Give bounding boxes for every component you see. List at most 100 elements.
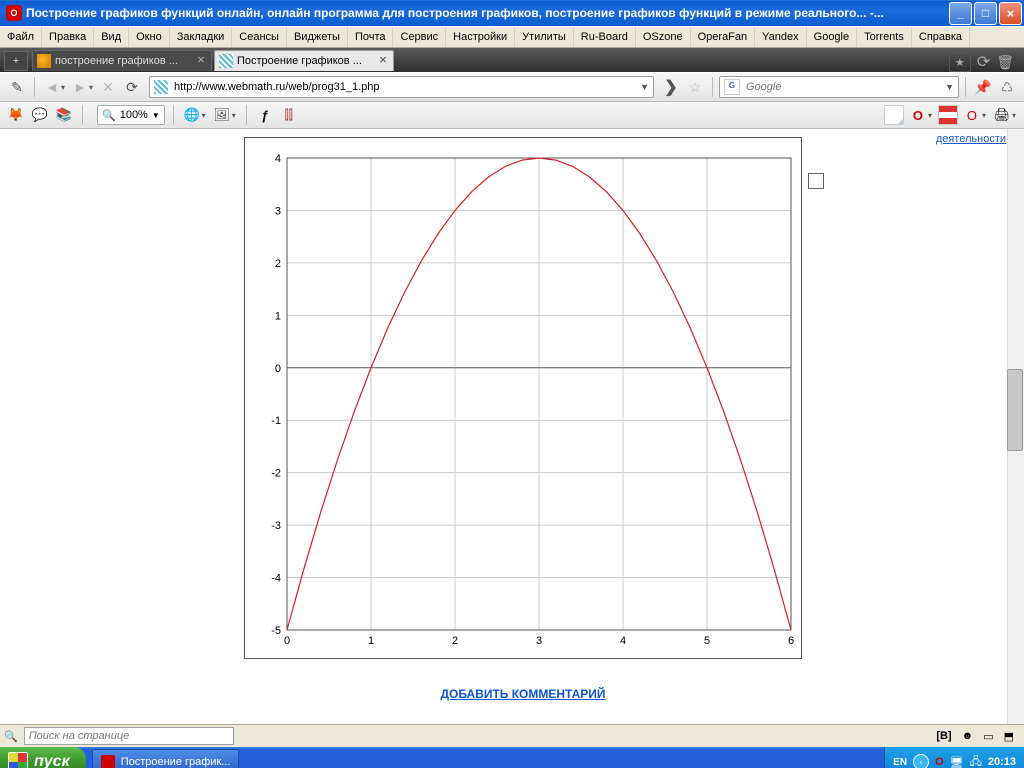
menu-bookmarks[interactable]: Закладки (170, 27, 233, 47)
url-dropdown-icon[interactable]: ▼ (640, 82, 649, 92)
language-indicator[interactable]: EN (893, 757, 907, 768)
secondary-toolbar: 🦊 💬 📚 🔍 100% ▼ 🌐▾ 🖼▾ ƒ ⫿⫿ О▾ О▾ 🖨▾ (0, 102, 1024, 129)
zoom-control[interactable]: 🔍 100% ▼ (97, 105, 165, 125)
menu-operafan[interactable]: OperaFan (691, 27, 756, 47)
tray-display-icon[interactable]: 🖥 (950, 756, 964, 768)
menu-google[interactable]: Google (807, 27, 857, 47)
function-chart: 0123456-5-4-3-2-101234 (244, 137, 802, 659)
svg-text:1: 1 (368, 635, 374, 647)
pin-icon[interactable]: 📌 (972, 76, 994, 98)
opera-red-icon[interactable]: О (962, 105, 982, 125)
expand-icon[interactable]: ▭ (983, 730, 993, 743)
wand-icon[interactable]: ✎ (6, 76, 28, 98)
svg-text:6: 6 (788, 635, 794, 647)
image-icon[interactable]: 🖼 (212, 105, 232, 125)
svg-text:2: 2 (452, 635, 458, 647)
start-label: пуск (34, 753, 70, 768)
tab-label: Построение графиков ... (237, 55, 373, 67)
navigation-toolbar: ✎ ◄▾ ►▾ ✕ ⟳ ▼ ❯ ☆ G ▼ 📌 ♺ (0, 72, 1024, 102)
reload-button[interactable]: ⟳ (121, 76, 143, 98)
search-input[interactable] (744, 80, 941, 94)
address-bar[interactable]: ▼ (149, 76, 654, 98)
new-tab-button[interactable]: + (4, 51, 28, 71)
minimize-button[interactable]: _ (949, 2, 972, 25)
tab-active[interactable]: Построение графиков ... × (214, 50, 394, 71)
menu-mail[interactable]: Почта (348, 27, 394, 47)
flag-icon[interactable] (938, 105, 958, 125)
find-input[interactable] (24, 727, 234, 745)
favorite-icon[interactable]: ☆ (684, 76, 706, 98)
stop-button[interactable]: ✕ (97, 76, 119, 98)
opera-red-dropdown[interactable]: ▾ (982, 111, 986, 120)
toggle-icon[interactable]: ⫿⫿ (279, 105, 299, 125)
menu-window[interactable]: Окно (129, 27, 170, 47)
menu-sessions[interactable]: Сеансы (232, 27, 287, 47)
start-button[interactable]: пуск (0, 747, 86, 768)
close-tab-icon[interactable]: × (195, 55, 207, 67)
tab-inactive[interactable]: построение графиков ... × (32, 50, 212, 71)
add-comment-link[interactable]: ДОБАВИТЬ КОММЕНТАРИЙ (238, 687, 808, 701)
menu-ruboard[interactable]: Ru-Board (574, 27, 636, 47)
zoom-dropdown-icon[interactable]: ▼ (152, 111, 160, 120)
svg-text:2: 2 (275, 258, 281, 270)
status-marker: [B] (936, 730, 951, 742)
opera-dropdown[interactable]: ▾ (928, 111, 932, 120)
vertical-scrollbar[interactable] (1007, 129, 1024, 724)
bookmark-star-icon[interactable]: ★ (949, 52, 971, 72)
back-button[interactable]: ◄ (41, 76, 63, 98)
globe-dropdown[interactable]: ▾ (202, 111, 206, 120)
scrollbar-thumb[interactable] (1007, 369, 1023, 451)
site-favicon-icon (219, 54, 233, 68)
globe-icon[interactable]: 🌐 (182, 105, 202, 125)
search-favicon-icon (37, 54, 51, 68)
chat-icon[interactable]: 💬 (30, 105, 50, 125)
zoom-icon: 🔍 (102, 109, 116, 122)
menu-view[interactable]: Вид (94, 27, 129, 47)
windows-logo-icon (8, 752, 28, 768)
maximize-button[interactable]: □ (974, 2, 997, 25)
menu-utilities[interactable]: Утилиты (515, 27, 574, 47)
lock-icon[interactable]: ♺ (996, 76, 1018, 98)
menu-service[interactable]: Сервис (393, 27, 446, 47)
clock[interactable]: 20:13 (988, 756, 1016, 768)
opera-icon: О (6, 5, 22, 21)
shield-icon[interactable]: ⬒ (1004, 730, 1014, 743)
trash-icon[interactable]: 🗑 (996, 54, 1014, 71)
forward-button[interactable]: ► (69, 76, 91, 98)
menu-help[interactable]: Справка (912, 27, 970, 47)
menu-file[interactable]: Файл (0, 27, 42, 47)
stack-icon[interactable]: 📚 (54, 105, 74, 125)
search-box[interactable]: G ▼ (719, 76, 959, 98)
tray-opera-icon[interactable]: О (935, 756, 944, 768)
svg-text:3: 3 (275, 205, 281, 217)
taskbar-app-button[interactable]: Построение график... (92, 749, 240, 768)
activity-link[interactable]: деятельности (936, 133, 1006, 145)
svg-text:-5: -5 (271, 625, 281, 637)
svg-text:3: 3 (536, 635, 542, 647)
print-icon[interactable]: 🖨 (992, 105, 1012, 125)
menu-edit[interactable]: Правка (42, 27, 94, 47)
reload-all-icon[interactable]: ⟳ (977, 52, 990, 72)
tray-expand-icon[interactable]: ‹ (913, 754, 929, 768)
close-button[interactable]: × (999, 2, 1022, 25)
print-dropdown[interactable]: ▾ (1012, 111, 1016, 120)
menu-oszone[interactable]: OSzone (636, 27, 691, 47)
note-icon[interactable] (884, 105, 904, 125)
image-dropdown[interactable]: ▾ (232, 111, 236, 120)
close-tab-icon[interactable]: × (377, 55, 389, 67)
tray-network-icon[interactable]: 🖧 (970, 753, 982, 768)
menu-widgets[interactable]: Виджеты (287, 27, 348, 47)
opera-small-icon[interactable]: О (908, 105, 928, 125)
go-button[interactable]: ❯ (660, 76, 682, 98)
svg-text:-3: -3 (271, 520, 281, 532)
firefox-icon[interactable]: 🦊 (6, 105, 26, 125)
url-input[interactable] (172, 80, 636, 94)
opera-task-icon (101, 755, 115, 768)
menu-settings[interactable]: Настройки (446, 27, 515, 47)
legend-checkbox[interactable] (808, 173, 824, 189)
search-dropdown-icon[interactable]: ▼ (945, 82, 954, 92)
menu-yandex[interactable]: Yandex (755, 27, 807, 47)
brush-icon[interactable]: ƒ (255, 105, 275, 125)
smiley-icon[interactable]: ☻ (962, 730, 974, 742)
menu-torrents[interactable]: Torrents (857, 27, 912, 47)
